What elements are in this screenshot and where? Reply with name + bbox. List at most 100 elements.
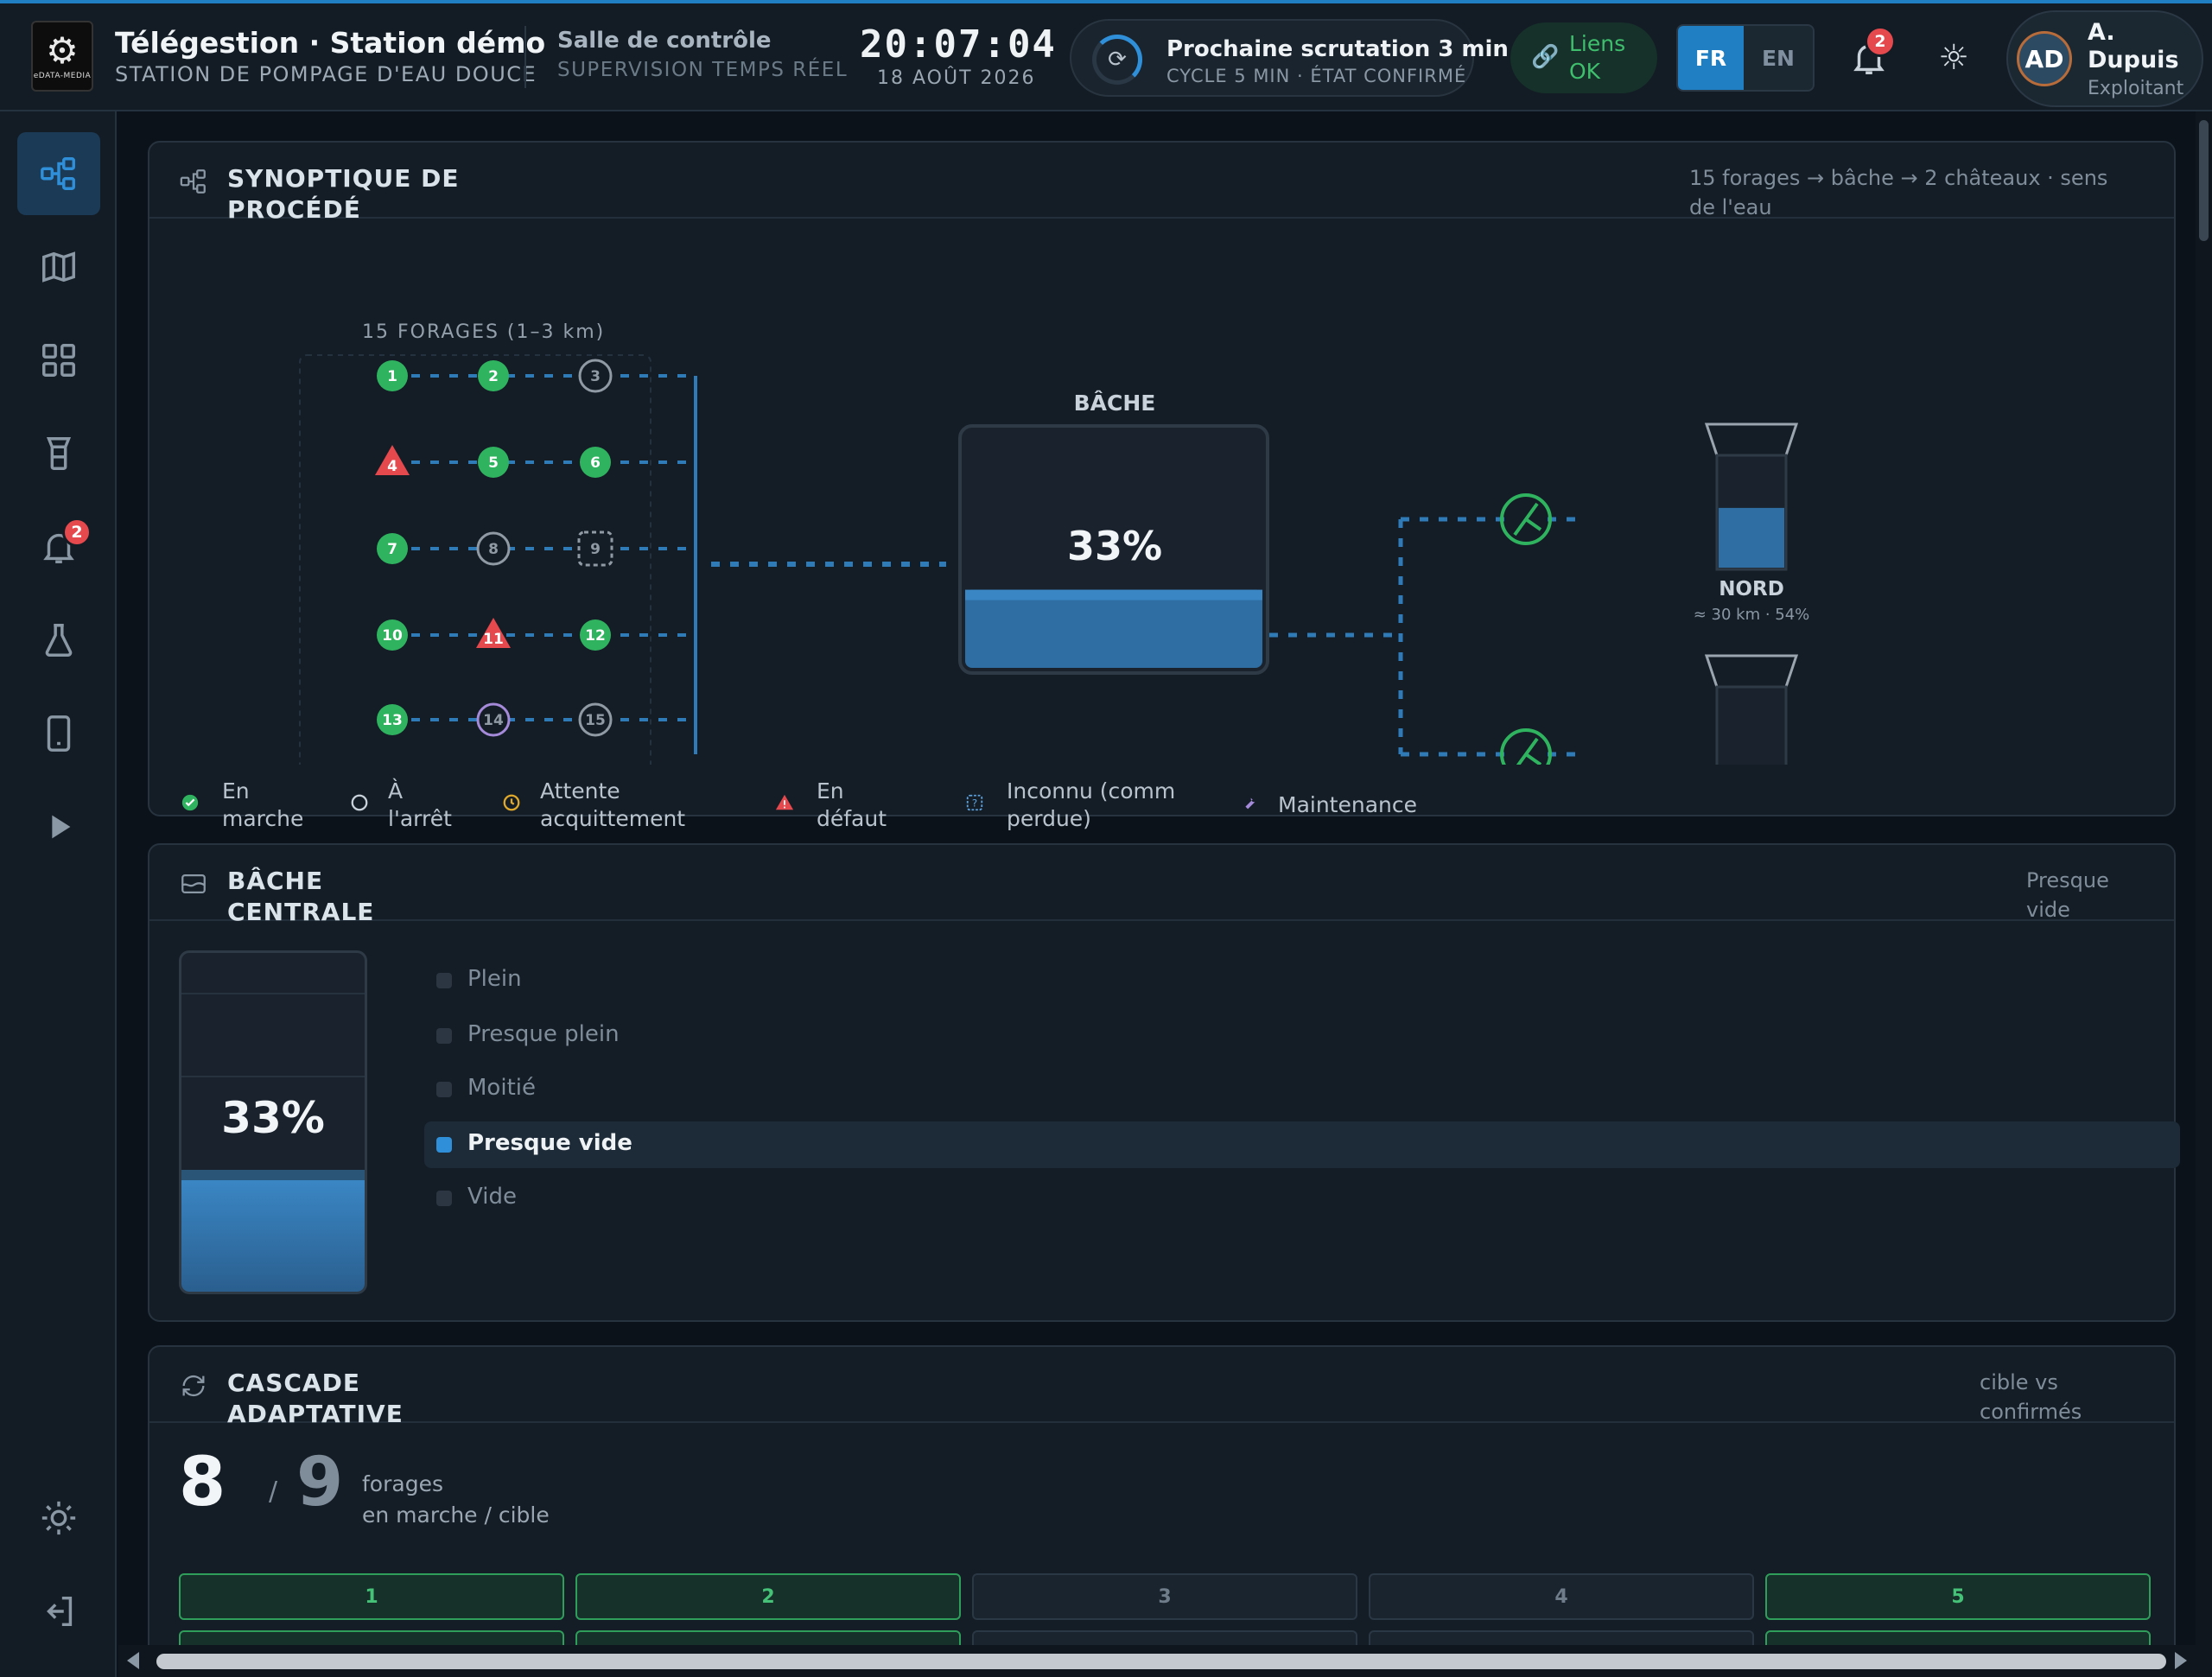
well-4[interactable]: 4	[375, 445, 410, 475]
cascade-well-1[interactable]: 1	[179, 1573, 564, 1620]
scan-status-pill[interactable]: ⟳ Prochaine scrutation 3 min CYCLE 5 MIN…	[1070, 19, 1509, 97]
legend-ack: Attente acquittement	[502, 778, 713, 833]
legend-unknown: ? Inconnu (comm perdue)	[965, 778, 1179, 833]
level-label: Plein	[467, 966, 522, 992]
level-presque-plein: Presque plein	[424, 1013, 2180, 1059]
well-12[interactable]: 12	[580, 619, 611, 651]
cascade-well-10[interactable]: 10	[1765, 1630, 2151, 1645]
vertical-scroll-thumb[interactable]	[2199, 120, 2209, 241]
nav-alarms[interactable]: 2	[17, 505, 100, 588]
well-11[interactable]: 11	[476, 618, 511, 648]
scroll-left-arrow[interactable]	[127, 1652, 139, 1669]
well-13[interactable]: 13	[377, 704, 408, 735]
nav-map[interactable]	[17, 226, 100, 308]
cascade-well-5[interactable]: 5	[1765, 1573, 2151, 1620]
nav-synoptic[interactable]	[17, 132, 100, 215]
bache-card-header	[149, 845, 2174, 921]
grid-icon	[42, 344, 75, 377]
cascade-well-6[interactable]: 6	[179, 1630, 564, 1645]
well-number: 4	[387, 458, 397, 475]
cascade-well-8[interactable]: 8	[972, 1630, 1357, 1645]
sidebar: 2	[0, 111, 117, 1677]
cascade-well-9[interactable]: 9	[1369, 1630, 1754, 1645]
link-icon: 🔗	[1531, 44, 1560, 70]
refresh-icon: ⟳	[1108, 47, 1127, 73]
nav-lab[interactable]	[17, 599, 100, 682]
check-circle-icon	[181, 794, 199, 811]
cascade-card: CASCADE ADAPTATIVE cible vs confirmés 8 …	[148, 1345, 2176, 1645]
cascade-well-3[interactable]: 3	[972, 1573, 1357, 1620]
lang-en-button[interactable]: EN	[1744, 26, 1813, 90]
notification-badge: 2	[1865, 26, 1896, 57]
well-2[interactable]: 2	[478, 360, 509, 391]
well-number: 7	[387, 541, 397, 558]
logout-icon	[47, 1596, 73, 1627]
sun-icon: ☼	[1938, 38, 1969, 78]
legend-maint: Maintenance	[1240, 778, 1451, 819]
tower-name: NORD	[1719, 578, 1784, 600]
horizontal-scrollbar[interactable]	[118, 1645, 2196, 1677]
level-dot	[436, 1028, 452, 1044]
synoptic-note: 15 forages → bâche → 2 châteaux · sens d…	[1689, 166, 2108, 219]
well-14[interactable]: 14	[476, 702, 511, 737]
nav-dashboard[interactable]	[17, 319, 100, 402]
water-tower-icon	[46, 437, 72, 470]
well-6[interactable]: 6	[580, 447, 611, 478]
legend-fault: En défaut	[775, 778, 894, 833]
cascade-well-4[interactable]: 4	[1369, 1573, 1754, 1620]
well-9[interactable]: 9	[577, 530, 613, 567]
pump-south[interactable]	[1500, 728, 1552, 765]
tank-water	[965, 589, 1262, 668]
lang-fr-button[interactable]: FR	[1678, 26, 1744, 90]
nav-mobile[interactable]	[17, 692, 100, 775]
main-content: SYNOPTIQUE DE PROCÉDÉ 15 forages → bâche…	[118, 111, 2196, 1645]
well-number: 9	[590, 541, 601, 558]
well-number: 15	[585, 712, 606, 729]
flow-diagram-icon	[180, 169, 206, 194]
room-title: Salle de contrôle	[557, 28, 772, 54]
water-towers: NORD ≈ 30 km · 54% SUD10 km · 28%	[1694, 422, 1810, 765]
links-status-pill[interactable]: 🔗 Liens OK	[1510, 22, 1657, 93]
brand-logo[interactable]: ⚙ eDATA-MEDIA	[31, 21, 93, 92]
nav-towers[interactable]	[17, 412, 100, 495]
cascade-well-7[interactable]: 7	[575, 1630, 961, 1645]
vertical-scrollbar[interactable]	[2196, 111, 2212, 1677]
well-10[interactable]: 10	[377, 619, 408, 651]
level-plein: Plein	[424, 957, 2180, 1004]
horizontal-scroll-thumb[interactable]	[156, 1654, 2166, 1669]
pump-north[interactable]	[1500, 493, 1552, 545]
scroll-right-arrow[interactable]	[2175, 1652, 2187, 1669]
water-tower-sud[interactable]: SUD10 km · 28%	[1702, 654, 1801, 765]
app-subtitle: STATION DE POMPAGE D'EAU DOUCE	[115, 62, 537, 86]
refresh-icon	[182, 1375, 205, 1396]
nav-logout[interactable]	[17, 1570, 100, 1653]
clock: 20:07:04	[860, 22, 1057, 67]
theme-toggle-button[interactable]: ☼	[1932, 36, 1975, 79]
well-number: 6	[590, 454, 601, 472]
legend-maint-label: Maintenance	[1278, 792, 1417, 817]
unknown-icon: ?	[966, 794, 983, 811]
well-15[interactable]: 15	[578, 702, 613, 737]
water-tower-nord[interactable]: NORD ≈ 30 km · 54%	[1694, 422, 1810, 624]
language-switch: FR EN	[1676, 24, 1815, 92]
tank-surface	[965, 589, 1262, 600]
synoptic-card: SYNOPTIQUE DE PROCÉDÉ 15 forages → bâche…	[148, 141, 2176, 831]
gauge-line	[181, 993, 365, 994]
well-1[interactable]: 1	[377, 360, 408, 391]
notifications-button[interactable]: 2	[1849, 26, 1896, 78]
well-number: 8	[488, 541, 499, 558]
well-3[interactable]: 3	[578, 359, 613, 393]
tank-to-pumps-pipe	[1269, 517, 1504, 757]
nav-theme[interactable]	[17, 1477, 100, 1559]
well-5[interactable]: 5	[478, 447, 509, 478]
user-menu[interactable]: AD A. Dupuis Exploitant	[2006, 10, 2203, 107]
cascade-well-2[interactable]: 2	[575, 1573, 961, 1620]
legend-run-label: En marche	[222, 778, 304, 831]
date: 18 AOÛT 2026	[877, 67, 1036, 89]
legend-fault-label: En défaut	[817, 778, 887, 831]
level-label: Presque vide	[467, 1130, 632, 1156]
well-8[interactable]: 8	[476, 531, 511, 566]
well-7[interactable]: 7	[377, 533, 408, 564]
level-vide: Vide	[424, 1175, 2180, 1222]
nav-play[interactable]	[17, 785, 100, 868]
